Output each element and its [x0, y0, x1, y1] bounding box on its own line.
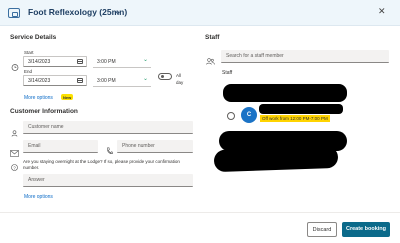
start-time-underline: [93, 67, 151, 68]
customer-more-options-link[interactable]: More options: [24, 194, 53, 200]
calendar-icon[interactable]: [77, 59, 83, 64]
overnight-question: Are you staying overnight at the Lodge? …: [23, 159, 180, 170]
clock-icon: [11, 58, 19, 71]
off-work-status: Off work from 12:00 PM-7:00 PM: [260, 115, 330, 122]
create-booking-button[interactable]: Create booking: [342, 222, 390, 237]
staff-search-input[interactable]: Search for a staff member: [221, 50, 389, 63]
all-day-label-1: All: [176, 73, 182, 78]
answer-input[interactable]: Answer: [23, 174, 193, 187]
phone-icon: [106, 142, 113, 155]
service-title[interactable]: Foot Reflexology (25mn): [28, 7, 127, 17]
redacted-staff-row: [223, 84, 347, 102]
footer-divider: [0, 212, 400, 213]
help-icon: ?: [11, 158, 18, 171]
staff-heading: Staff: [205, 34, 220, 41]
answer-placeholder: Answer: [28, 177, 45, 183]
chevron-down-icon[interactable]: ⌄: [114, 6, 122, 17]
phone-placeholder: Phone number: [122, 143, 155, 149]
booking-dialog: Foot Reflexology (25mn) ⌄ ✕ Service Deta…: [0, 0, 400, 243]
end-date-value: 3/14/2023: [28, 78, 51, 84]
avatar: C: [241, 107, 257, 123]
end-label: End: [24, 69, 33, 74]
all-day-label-2: day: [176, 80, 184, 85]
email-placeholder: Email: [28, 143, 41, 149]
person-icon: [11, 124, 18, 137]
end-time-underline: [93, 86, 151, 87]
all-day-toggle[interactable]: [158, 73, 172, 80]
redacted-staff-name: [259, 104, 343, 114]
start-time-value[interactable]: 3:00 PM: [97, 59, 116, 65]
staff-select-radio[interactable]: [227, 112, 235, 120]
new-badge: New: [61, 94, 74, 100]
staff-list-label: Staff: [222, 70, 233, 76]
phone-input[interactable]: Phone number: [117, 140, 193, 153]
start-date-value: 3/14/2023: [28, 59, 51, 65]
customer-info-heading: Customer Information: [10, 108, 78, 115]
svg-text:?: ?: [13, 165, 16, 170]
calendar-icon[interactable]: [77, 78, 83, 83]
discard-button[interactable]: Discard: [307, 222, 337, 237]
end-time-value[interactable]: 3:00 PM: [97, 78, 116, 84]
customer-name-input[interactable]: Customer name: [23, 121, 193, 134]
staff-search-placeholder: Search for a staff member: [226, 53, 284, 59]
close-icon[interactable]: ✕: [378, 6, 386, 17]
start-label: Start: [24, 50, 34, 55]
service-icon: [8, 8, 20, 18]
email-input[interactable]: Email: [23, 140, 98, 153]
redacted-staff-row: [213, 145, 339, 173]
chevron-down-icon[interactable]: ⌄: [143, 56, 148, 63]
start-date-field[interactable]: 3/14/2023: [23, 56, 87, 67]
service-more-options-link[interactable]: More options: [24, 95, 53, 101]
customer-name-placeholder: Customer name: [28, 124, 64, 130]
people-icon: [206, 52, 215, 65]
service-details-heading: Service Details: [10, 34, 57, 41]
mail-icon: [10, 144, 19, 157]
chevron-down-icon[interactable]: ⌄: [143, 75, 148, 82]
end-date-field[interactable]: 3/14/2023: [23, 75, 87, 86]
